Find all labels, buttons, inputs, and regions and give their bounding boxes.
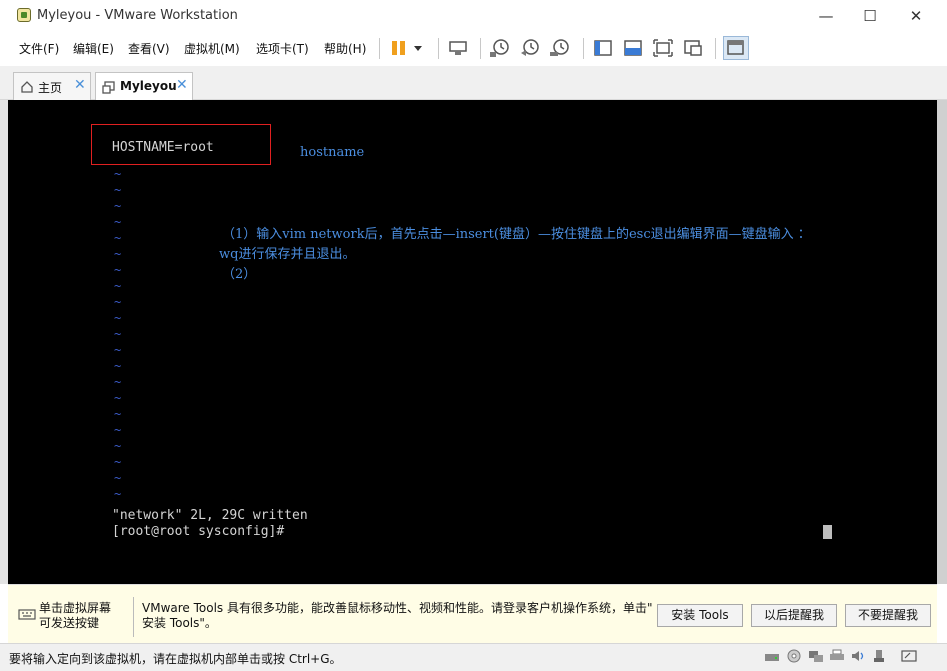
vim-tilde: ~ bbox=[114, 423, 122, 437]
keyboard-icon bbox=[18, 606, 36, 625]
thumbnail-view-icon[interactable] bbox=[723, 36, 749, 60]
vm-console-screen[interactable]: HOSTNAME=root hostname ~ ~ ~ ~ ~ ~ ~ ~ ~… bbox=[8, 100, 937, 584]
menu-view[interactable]: 查看(V) bbox=[128, 40, 170, 57]
send-keys-hint: 单击虚拟屏幕 可发送按键 bbox=[39, 601, 111, 631]
snapshot-manager-icon[interactable] bbox=[548, 37, 572, 59]
tab-home-close-icon[interactable]: ✕ bbox=[74, 77, 86, 93]
install-tools-button[interactable]: 安装 Tools bbox=[657, 604, 743, 627]
library-view-icon[interactable] bbox=[591, 37, 615, 59]
vim-tilde: ~ bbox=[114, 455, 122, 469]
cd-dvd-icon[interactable] bbox=[786, 648, 801, 663]
menu-toolbar: 文件(F) 编辑(E) 查看(V) 虚拟机(M) 选项卡(T) 帮助(H) bbox=[0, 31, 947, 66]
vm-icon bbox=[102, 79, 116, 98]
instruction-line-3: （2） bbox=[222, 267, 257, 282]
vim-tilde: ~ bbox=[114, 247, 122, 261]
vim-tilde: ~ bbox=[114, 167, 122, 181]
vim-tilde: ~ bbox=[114, 199, 122, 213]
tab-home-label: 主页 bbox=[38, 81, 63, 95]
vim-tilde: ~ bbox=[114, 343, 122, 357]
toolbar-separator bbox=[379, 38, 380, 59]
vim-tilde: ~ bbox=[114, 487, 122, 501]
maximize-button[interactable]: ☐ bbox=[847, 3, 893, 29]
vim-tilde: ~ bbox=[114, 359, 122, 373]
toolbar-separator bbox=[583, 38, 584, 59]
menu-help[interactable]: 帮助(H) bbox=[324, 40, 366, 57]
tab-myleyou[interactable]: Myleyou ✕ bbox=[95, 72, 193, 100]
home-icon bbox=[20, 79, 34, 98]
vim-tilde: ~ bbox=[114, 295, 122, 309]
snapshot-revert-icon[interactable] bbox=[518, 37, 542, 59]
snapshot-take-icon[interactable] bbox=[488, 37, 512, 59]
send-ctrl-alt-del-icon[interactable] bbox=[446, 37, 470, 59]
hostname-note: hostname bbox=[300, 145, 365, 160]
vim-tilde: ~ bbox=[114, 439, 122, 453]
title-bar: Myleyou - VMware Workstation — ☐ ✕ bbox=[0, 0, 947, 31]
menu-file[interactable]: 文件(F) bbox=[19, 40, 59, 57]
send-keys-hint-line2: 可发送按键 bbox=[39, 616, 100, 630]
status-text: 要将输入定向到该虚拟机，请在虚拟机内部单击或按 Ctrl+G。 bbox=[9, 652, 342, 666]
vim-written-message: "network" 2L, 29C written bbox=[112, 508, 308, 523]
send-keys-hint-line1: 单击虚拟屏幕 bbox=[39, 601, 112, 615]
status-bar: 要将输入定向到该虚拟机，请在虚拟机内部单击或按 Ctrl+G。 bbox=[0, 643, 947, 671]
tab-myleyou-close-icon[interactable]: ✕ bbox=[176, 77, 188, 93]
instruction-line-2: wq进行保存并且退出。 bbox=[219, 247, 356, 262]
vim-tilde: ~ bbox=[114, 231, 122, 245]
vim-tilde: ~ bbox=[114, 327, 122, 341]
never-remind-button[interactable]: 不要提醒我 bbox=[845, 604, 931, 627]
printer-icon[interactable] bbox=[829, 648, 844, 662]
menu-vm[interactable]: 虚拟机(M) bbox=[184, 40, 240, 57]
toolbar-separator bbox=[438, 38, 439, 59]
console-view-icon[interactable] bbox=[621, 37, 645, 59]
instruction-line-1: （1）输入vim network后，首先点击—insert(键盘）—按住键盘上的… bbox=[222, 227, 811, 242]
vmware-tools-infobar: 单击虚拟屏幕 可发送按键 VMware Tools 具有很多功能，能改善鼠标移动… bbox=[8, 584, 937, 643]
window-title: Myleyou - VMware Workstation bbox=[37, 8, 238, 23]
vim-tilde: ~ bbox=[114, 279, 122, 293]
menu-tabs[interactable]: 选项卡(T) bbox=[256, 40, 309, 57]
tab-myleyou-label: Myleyou bbox=[120, 79, 177, 93]
toolbar-separator bbox=[480, 38, 481, 59]
minimize-button[interactable]: — bbox=[803, 3, 849, 29]
vim-tilde: ~ bbox=[114, 215, 122, 229]
vim-tilde: ~ bbox=[114, 183, 122, 197]
vim-tilde: ~ bbox=[114, 471, 122, 485]
message-log-icon[interactable] bbox=[901, 648, 917, 662]
hostname-line: HOSTNAME=root bbox=[112, 140, 214, 155]
close-button[interactable]: ✕ bbox=[893, 3, 939, 29]
vim-tilde: ~ bbox=[114, 311, 122, 325]
dropdown-arrow-icon[interactable] bbox=[410, 37, 426, 59]
tab-bar: 主页 ✕ Myleyou ✕ bbox=[0, 66, 947, 100]
sound-card-icon[interactable] bbox=[850, 648, 864, 662]
shell-prompt: [root@root sysconfig]# bbox=[112, 524, 285, 539]
tools-message-line1: VMware Tools 具有很多功能，能改善鼠标移动性、视频和性能。请登录客户… bbox=[142, 601, 653, 615]
tools-message: VMware Tools 具有很多功能，能改善鼠标移动性、视频和性能。请登录客户… bbox=[142, 601, 653, 631]
vmware-logo-icon bbox=[17, 8, 31, 22]
vim-tilde: ~ bbox=[114, 375, 122, 389]
toolbar-separator bbox=[715, 38, 716, 59]
unity-icon[interactable] bbox=[681, 37, 705, 59]
usb-icon[interactable] bbox=[871, 648, 885, 662]
text-cursor bbox=[823, 525, 832, 539]
right-edge bbox=[937, 100, 947, 584]
hard-disk-icon[interactable] bbox=[764, 648, 779, 662]
network-adapter-icon[interactable] bbox=[808, 648, 823, 662]
vim-tilde: ~ bbox=[114, 407, 122, 421]
vim-tilde: ~ bbox=[114, 263, 122, 277]
infobar-divider bbox=[133, 597, 134, 637]
full-screen-icon[interactable] bbox=[651, 37, 675, 59]
tab-home[interactable]: 主页 ✕ bbox=[13, 72, 91, 100]
vim-tilde: ~ bbox=[114, 391, 122, 405]
menu-edit[interactable]: 编辑(E) bbox=[73, 40, 114, 57]
remind-later-button[interactable]: 以后提醒我 bbox=[751, 604, 837, 627]
tools-message-line2: 安装 Tools"。 bbox=[142, 616, 217, 630]
left-edge bbox=[0, 100, 8, 584]
pause-icon[interactable] bbox=[388, 37, 412, 59]
